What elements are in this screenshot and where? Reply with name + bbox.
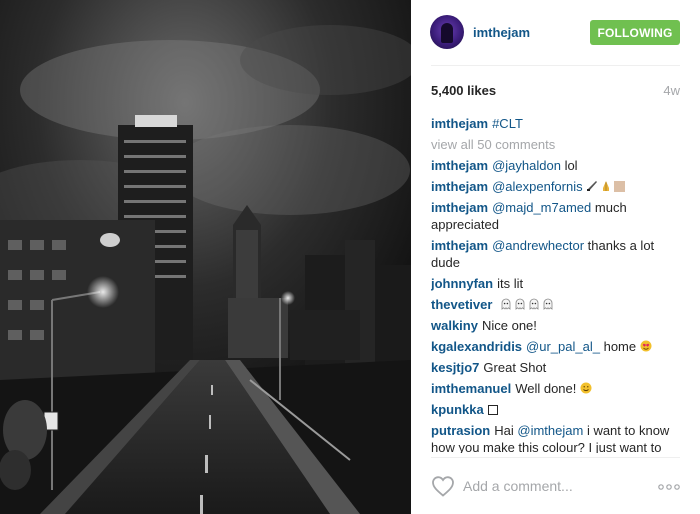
comment-prefix: Hai bbox=[494, 423, 514, 438]
post-age[interactable]: 4w bbox=[663, 83, 680, 98]
city-night-photo bbox=[0, 0, 411, 514]
heart-eyes-emoji-icon bbox=[640, 340, 652, 352]
header-divider bbox=[431, 65, 680, 66]
comment: kesjtjo7 Great Shot bbox=[431, 359, 686, 376]
post-photo[interactable] bbox=[0, 0, 411, 514]
comment-username[interactable]: kgalexandridis bbox=[431, 339, 522, 354]
comment-mention[interactable]: @jayhaldon bbox=[492, 158, 561, 173]
comment-mention[interactable]: @ur_pal_al_ bbox=[526, 339, 600, 354]
avatar-figure bbox=[441, 23, 453, 43]
smiling-face-emoji-icon bbox=[580, 382, 592, 394]
comment-username[interactable]: kesjtjo7 bbox=[431, 360, 479, 375]
comment-mention[interactable]: @imthejam bbox=[517, 423, 583, 438]
comment-text: Great Shot bbox=[483, 360, 547, 375]
add-comment-input[interactable] bbox=[463, 475, 643, 497]
comment-text: its lit bbox=[497, 276, 524, 291]
caption-username[interactable]: imthejam bbox=[431, 116, 488, 131]
knife-emoji-icon bbox=[587, 181, 598, 191]
comment-username[interactable]: imthejam bbox=[431, 179, 488, 194]
comment-username[interactable]: imthejam bbox=[431, 158, 488, 173]
post-details-panel: imthejam FOLLOWING 5,400 likes 4w imthej… bbox=[411, 0, 700, 514]
avatar[interactable] bbox=[430, 15, 464, 49]
comment: johnnyfan its lit bbox=[431, 275, 686, 292]
comment: thevetiver bbox=[431, 296, 686, 313]
praying-hands-emoji-icon bbox=[603, 181, 610, 191]
comment-username[interactable]: imthemanuel bbox=[431, 381, 511, 396]
comment-mention[interactable]: @alexpenfornis bbox=[492, 179, 583, 194]
caption-hashtag[interactable]: #CLT bbox=[492, 116, 523, 131]
comment-username[interactable]: kpunkka bbox=[431, 402, 484, 417]
comment-footer bbox=[411, 458, 700, 514]
comment-username[interactable]: putrasion bbox=[431, 423, 490, 438]
comment-text: home bbox=[603, 339, 637, 354]
likes-row: 5,400 likes 4w bbox=[431, 83, 680, 99]
comment-text: lol bbox=[564, 158, 578, 173]
ghost-emoji-icon bbox=[543, 298, 553, 310]
comment-text: Nice one! bbox=[481, 318, 537, 333]
comment: kpunkka bbox=[431, 401, 686, 418]
comment: putrasion Hai @imthejam i want to know ho… bbox=[431, 422, 686, 453]
comment: imthejam @andrewhector thanks a lot dude bbox=[431, 237, 686, 271]
like-count[interactable]: 5,400 likes bbox=[431, 83, 496, 98]
comments-list: imthejam #CLT view all 50 comments imthej… bbox=[431, 115, 686, 453]
comment-username[interactable]: walkiny bbox=[431, 318, 478, 333]
comment: imthejam @jayhaldon lol bbox=[431, 157, 686, 174]
ghost-emoji-icon bbox=[515, 298, 525, 310]
comment: imthemanuel Well done! bbox=[431, 380, 686, 397]
view-all-comments-link[interactable]: view all 50 comments bbox=[431, 136, 686, 153]
heart-icon[interactable] bbox=[431, 475, 455, 497]
more-options-icon[interactable] bbox=[658, 484, 680, 490]
post-author-username[interactable]: imthejam bbox=[473, 25, 530, 40]
comment-username[interactable]: imthejam bbox=[431, 200, 488, 215]
ghost-emoji-icon bbox=[529, 298, 539, 310]
post-header: imthejam FOLLOWING bbox=[411, 0, 700, 66]
comment: kgalexandridis @ur_pal_al_ home bbox=[431, 338, 686, 355]
tan-square-emoji-icon bbox=[614, 181, 626, 192]
ghost-emoji-icon bbox=[501, 298, 511, 310]
empty-box-emoji-icon bbox=[487, 405, 498, 415]
comment: walkiny Nice one! bbox=[431, 317, 686, 334]
comment-mention[interactable]: @andrewhector bbox=[492, 238, 584, 253]
comment-mention[interactable]: @majd_m7amed bbox=[492, 200, 591, 215]
comment-username[interactable]: thevetiver bbox=[431, 297, 492, 312]
comment: imthejam @majd_m7amed much appreciated bbox=[431, 199, 686, 233]
comment-username[interactable]: johnnyfan bbox=[431, 276, 493, 291]
comment-username[interactable]: imthejam bbox=[431, 238, 488, 253]
post-modal: imthejam FOLLOWING 5,400 likes 4w imthej… bbox=[0, 0, 700, 514]
comment: imthejam @alexpenfornis bbox=[431, 178, 686, 195]
following-button[interactable]: FOLLOWING bbox=[590, 20, 680, 45]
caption: imthejam #CLT bbox=[431, 115, 686, 132]
comment-text: Well done! bbox=[515, 381, 577, 396]
